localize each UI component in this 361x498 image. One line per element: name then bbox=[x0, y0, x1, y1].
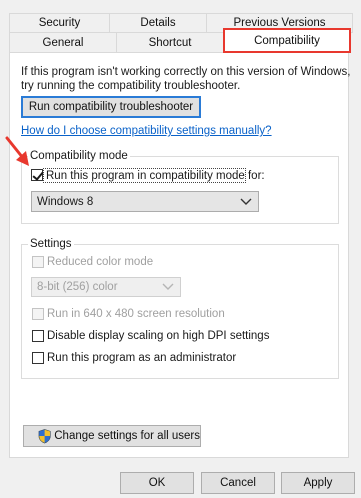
run-as-admin-label[interactable]: Run this program as an administrator bbox=[47, 351, 236, 365]
chevron-down-icon bbox=[162, 283, 174, 290]
color-depth-select[interactable]: 8-bit (256) color bbox=[31, 277, 181, 297]
tab-label: Shortcut bbox=[148, 36, 192, 49]
tab-details[interactable]: Details bbox=[109, 13, 207, 33]
compatibility-mode-label: Compatibility mode bbox=[28, 149, 130, 163]
tab-security[interactable]: Security bbox=[9, 13, 110, 33]
ok-button[interactable]: OK bbox=[120, 472, 194, 494]
check-mark-icon bbox=[32, 169, 44, 181]
settings-label: Settings bbox=[28, 237, 74, 251]
button-label: OK bbox=[148, 477, 166, 489]
disable-dpi-label[interactable]: Disable display scaling on high DPI sett… bbox=[47, 329, 269, 343]
tab-label: Details bbox=[140, 17, 176, 29]
button-label: Run compatibility troubleshooter bbox=[28, 101, 194, 113]
button-label: Cancel bbox=[220, 477, 256, 489]
windows-version-select[interactable]: Windows 8 bbox=[31, 191, 259, 212]
change-settings-all-users-button[interactable]: Change settings for all users bbox=[23, 425, 201, 447]
tab-label: Security bbox=[38, 17, 81, 29]
help-link[interactable]: How do I choose compatibility settings m… bbox=[21, 124, 272, 138]
red-arrow-icon bbox=[5, 136, 29, 166]
reduced-color-checkbox[interactable] bbox=[32, 256, 44, 268]
cancel-button[interactable]: Cancel bbox=[201, 472, 275, 494]
intro-line-1: If this program isn't working correctly … bbox=[21, 66, 351, 78]
select-value: 8-bit (256) color bbox=[37, 281, 118, 293]
apply-button[interactable]: Apply bbox=[281, 472, 355, 494]
tab-general[interactable]: General bbox=[9, 32, 117, 53]
intro-line-2: try running the compatibility troublesho… bbox=[21, 80, 241, 92]
run-as-admin-checkbox[interactable] bbox=[32, 352, 44, 364]
disable-dpi-checkbox[interactable] bbox=[32, 330, 44, 342]
select-value: Windows 8 bbox=[37, 195, 94, 208]
run-640-checkbox[interactable] bbox=[32, 308, 44, 320]
tab-label: General bbox=[42, 36, 84, 49]
properties-dialog: Security Details Previous Versions Gener… bbox=[0, 0, 361, 498]
compatibility-mode-group bbox=[21, 156, 339, 224]
tab-shortcut[interactable]: Shortcut bbox=[116, 32, 224, 53]
button-label: Apply bbox=[303, 477, 333, 489]
run-troubleshooter-button[interactable]: Run compatibility troubleshooter bbox=[21, 96, 201, 118]
uac-shield-icon bbox=[38, 429, 51, 444]
chevron-down-icon bbox=[240, 198, 252, 205]
tab-highlight-annotation bbox=[223, 28, 351, 53]
compat-mode-checkbox-label[interactable]: Run this program in compatibility mode f… bbox=[46, 169, 265, 183]
button-label: Change settings for all users bbox=[54, 430, 200, 442]
reduced-color-label: Reduced color mode bbox=[47, 256, 154, 268]
run-640-label: Run in 640 x 480 screen resolution bbox=[47, 308, 225, 320]
compat-mode-checkbox[interactable] bbox=[31, 169, 44, 181]
